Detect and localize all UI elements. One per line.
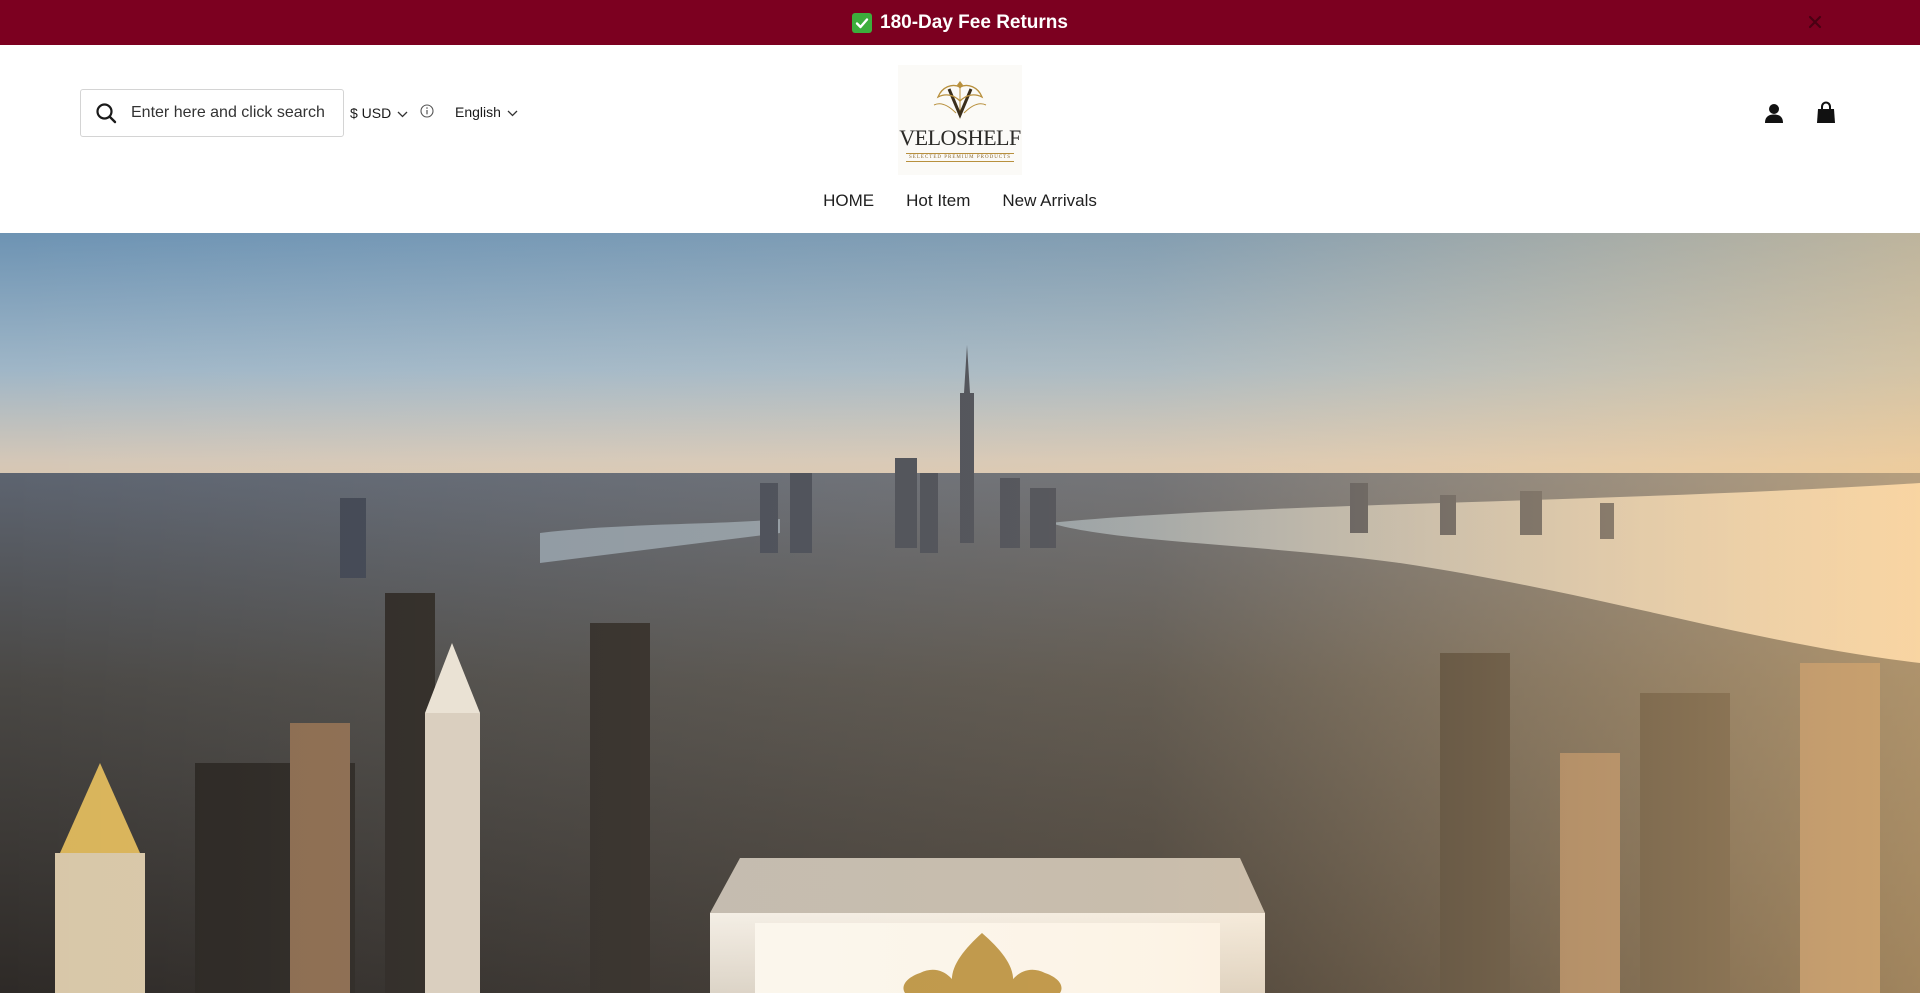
currency-label: $ USD — [350, 104, 392, 121]
language-selector[interactable]: English — [455, 104, 518, 120]
account-icon[interactable] — [1763, 102, 1785, 124]
search-input[interactable] — [131, 104, 336, 122]
close-icon[interactable] — [1806, 13, 1824, 31]
logo-name: VELOSHELF — [899, 124, 1021, 150]
nav-item-home[interactable]: HOME — [823, 191, 874, 211]
logo-emblem — [933, 80, 987, 119]
cart-icon[interactable] — [1815, 101, 1837, 125]
nav-item-new-arrivals[interactable]: New Arrivals — [1002, 191, 1096, 211]
site-logo[interactable]: VELOSHELF SELECTED PREMIUM PRODUCTS — [898, 65, 1022, 175]
info-icon[interactable] — [420, 104, 434, 121]
chevron-down-icon — [397, 105, 408, 121]
language-label: English — [455, 104, 501, 120]
currency-selector[interactable]: $ USD — [350, 104, 434, 121]
site-header: $ USD English VELOSHELF SELECTED PREMIUM… — [0, 45, 1920, 233]
logo-tagline: SELECTED PREMIUM PRODUCTS — [906, 152, 1014, 162]
search-icon[interactable] — [81, 89, 131, 137]
announcement-content: 180-Day Fee Returns — [852, 12, 1068, 34]
chevron-down-icon — [507, 104, 518, 120]
announcement-text: 180-Day Fee Returns — [880, 11, 1068, 33]
nav-item-hot-item[interactable]: Hot Item — [906, 191, 970, 211]
main-nav: HOME Hot Item New Arrivals — [0, 191, 1920, 211]
announcement-bar: 180-Day Fee Returns — [0, 0, 1920, 45]
search-box[interactable] — [80, 89, 344, 137]
hero-image — [0, 233, 1920, 993]
check-mark-icon — [852, 12, 873, 33]
hero-banner[interactable] — [0, 233, 1920, 993]
